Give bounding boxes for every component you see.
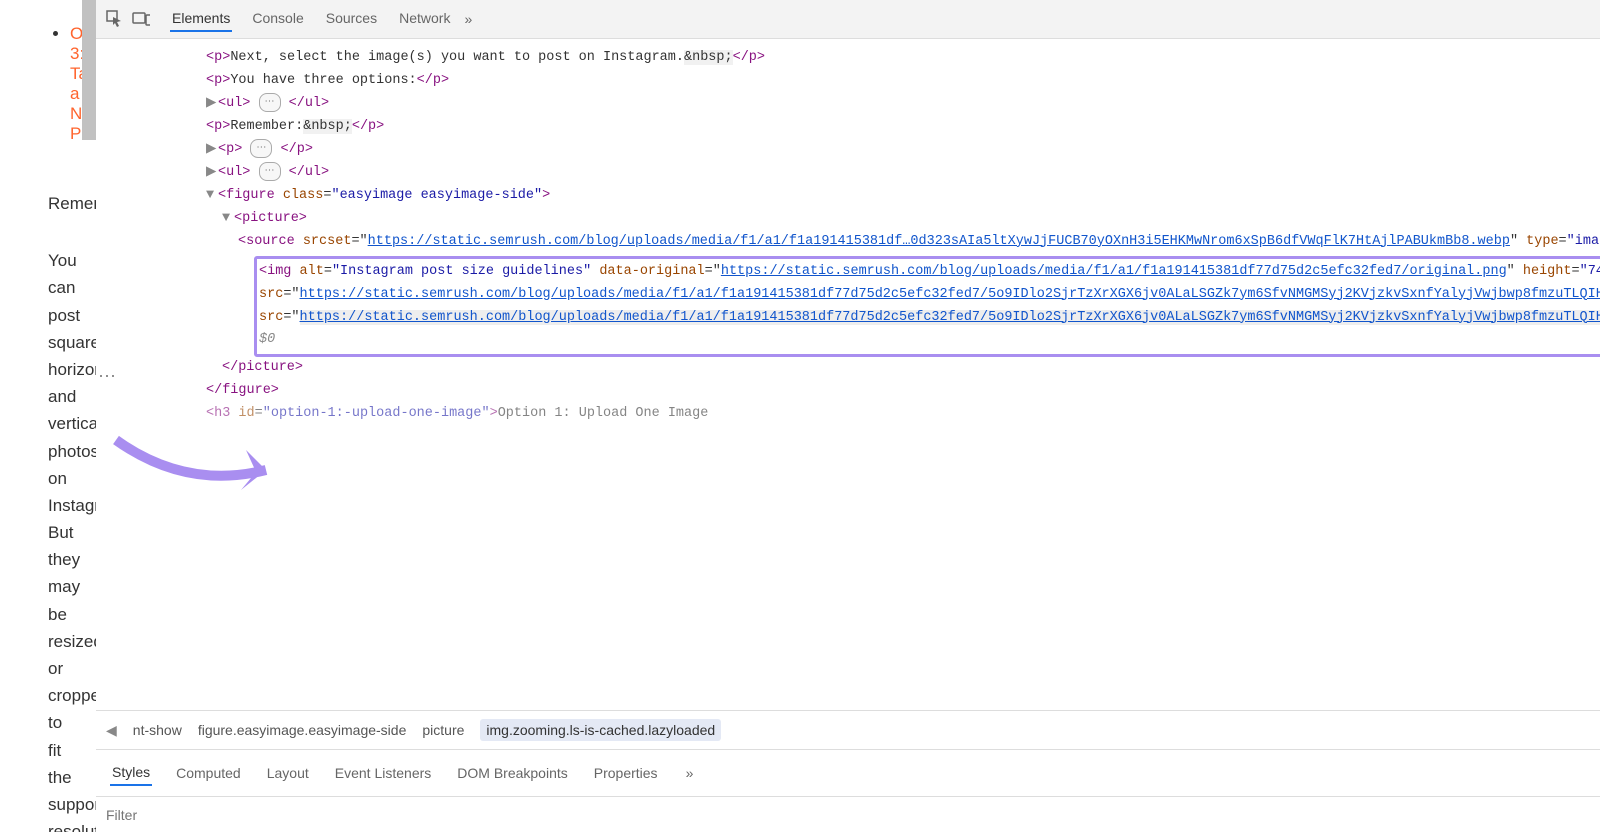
breadcrumb-item[interactable]: picture bbox=[422, 722, 464, 738]
elements-tree[interactable]: <p>Next, select the image(s) you want to… bbox=[96, 39, 1600, 710]
more-tabs-icon[interactable]: » bbox=[464, 11, 472, 27]
breadcrumb-prev-icon[interactable]: ◀ bbox=[106, 722, 117, 739]
devtools-tab-elements[interactable]: Elements bbox=[170, 6, 232, 32]
styles-tab-styles[interactable]: Styles bbox=[110, 760, 152, 786]
devtools-panel: ElementsConsoleSourcesNetwork » ✕61 ✕1 ⚙… bbox=[96, 0, 1600, 832]
inspect-icon[interactable] bbox=[106, 10, 124, 28]
devtools-tab-sources[interactable]: Sources bbox=[324, 6, 379, 32]
devtools-tab-console[interactable]: Console bbox=[250, 6, 305, 32]
devtools-tabs: Elements Console Sources Network bbox=[170, 6, 452, 32]
styles-tab-layout[interactable]: Layout bbox=[265, 761, 311, 785]
styles-filter-input[interactable] bbox=[106, 807, 1600, 823]
breadcrumb-item[interactable]: figure.easyimage.easyimage-side bbox=[198, 722, 407, 738]
scrollbar[interactable] bbox=[82, 0, 96, 140]
styles-tab-properties[interactable]: Properties bbox=[592, 761, 660, 785]
breadcrumb-item[interactable]: img.zooming.ls-is-cached.lazyloaded bbox=[480, 719, 721, 741]
selected-img-node[interactable]: <img alt="Instagram post size guidelines… bbox=[254, 256, 1600, 358]
styles-tab-dom-breakpoints[interactable]: DOM Breakpoints bbox=[455, 761, 569, 785]
styles-more-icon[interactable]: » bbox=[686, 765, 694, 781]
device-icon[interactable] bbox=[132, 10, 150, 28]
devtools-toolbar: ElementsConsoleSourcesNetwork » ✕61 ✕1 ⚙… bbox=[96, 0, 1600, 39]
styles-tab-computed[interactable]: Computed bbox=[174, 761, 243, 785]
devtools-tab-network[interactable]: Network bbox=[397, 6, 452, 32]
styles-tabs: Styles Computed Layout Event Listeners DOM B… bbox=[96, 749, 1600, 796]
collapse-handle-icon[interactable]: ⋯ bbox=[98, 363, 116, 394]
annotation-arrow-2 bbox=[106, 420, 296, 510]
styles-filter-row: :hov .cls + bbox=[96, 796, 1600, 832]
dom-breadcrumb[interactable]: ◀ nt-show figure.easyimage.easyimage-side… bbox=[96, 710, 1600, 749]
styles-tab-event-listeners[interactable]: Event Listeners bbox=[333, 761, 434, 785]
breadcrumb-item[interactable]: nt-show bbox=[133, 722, 182, 738]
